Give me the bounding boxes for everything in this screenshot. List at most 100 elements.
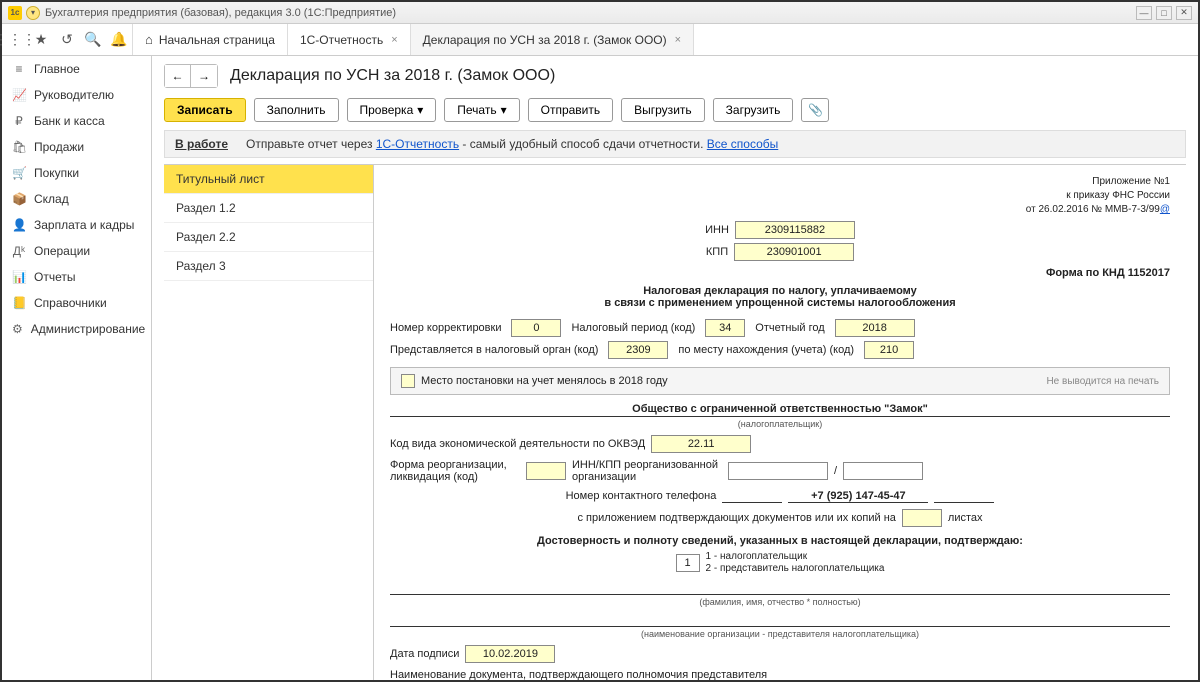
fill-button[interactable]: Заполнить — [254, 98, 339, 122]
rep-caption: (наименование организации - представител… — [390, 629, 1170, 639]
app-logo-icon: 1c — [8, 6, 22, 20]
send-button[interactable]: Отправить — [528, 98, 614, 122]
status-bar: В работе Отправьте отчет через 1С-Отчетн… — [164, 130, 1186, 158]
sidebar-item[interactable]: 👤 Зарплата и кадры — [2, 212, 151, 238]
sign-date-input[interactable]: 10.02.2019 — [465, 645, 555, 663]
tab-home[interactable]: ⌂ Начальная страница — [133, 24, 288, 55]
reorg-innkpp-label: ИНН/КПП реорганизованной организации — [572, 459, 722, 483]
back-button[interactable]: ← — [165, 65, 191, 87]
section-item[interactable]: Раздел 1.2 — [164, 194, 373, 223]
button-label: Печать — [457, 103, 496, 117]
rep-line[interactable] — [390, 613, 1170, 627]
titlebar-dropdown-icon[interactable]: ▾ — [26, 6, 40, 20]
sidebar-item[interactable]: 📈Руководителю — [2, 82, 151, 108]
sidebar-item[interactable]: 🛍Продажи — [2, 134, 151, 160]
write-button[interactable]: Записать — [164, 98, 246, 122]
attach-label-1: с приложением подтверждающих документов … — [577, 512, 895, 524]
export-button[interactable]: Выгрузить — [621, 98, 705, 122]
close-icon[interactable]: × — [391, 34, 397, 46]
inn-input[interactable]: 2309115882 — [735, 221, 855, 239]
year-input[interactable]: 2018 — [835, 319, 915, 337]
close-button[interactable]: ✕ — [1176, 6, 1192, 20]
phone-label: Номер контактного телефона — [566, 490, 717, 502]
confirm-code-input[interactable]: 1 — [676, 554, 700, 572]
sections-list: Титульный листРаздел 1.2Раздел 2.2Раздел… — [164, 165, 374, 680]
sidebar-icon: ⚙ — [12, 322, 23, 336]
forward-button[interactable]: → — [191, 65, 217, 87]
phone-value: +7 (925) 147-45-47 — [788, 490, 928, 503]
sidebar-item[interactable]: 🛒Покупки — [2, 160, 151, 186]
reorg-code-input[interactable] — [526, 462, 566, 480]
import-button[interactable]: Загрузить — [713, 98, 794, 122]
okved-label: Код вида экономической деятельности по О… — [390, 438, 645, 450]
maximize-button[interactable]: □ — [1156, 6, 1172, 20]
button-label: Проверка — [360, 103, 414, 117]
fio-line[interactable] — [390, 581, 1170, 595]
tab-label: Декларация по УСН за 2018 г. (Замок ООО) — [423, 33, 667, 47]
tab-label: Начальная страница — [159, 33, 275, 47]
sidebar-label: Администрирование — [31, 322, 145, 336]
window-title: Бухгалтерия предприятия (базовая), редак… — [45, 7, 396, 19]
nav-sidebar: ≡Главное📈Руководителю₽Банк и касса🛍Прода… — [2, 56, 152, 680]
close-icon[interactable]: × — [675, 34, 681, 46]
search-icon[interactable]: 🔍 — [80, 24, 106, 56]
at-link[interactable]: @ — [1160, 204, 1170, 215]
sidebar-label: Отчеты — [34, 270, 75, 284]
confirm-opt2: 2 - представитель налогоплательщика — [706, 563, 885, 575]
sidebar-icon: 👤 — [12, 218, 26, 232]
attach-pages-input[interactable] — [902, 509, 942, 527]
period-label: Налоговый период (код) — [571, 322, 695, 334]
page-title: Декларация по УСН за 2018 г. (Замок ООО) — [230, 67, 555, 85]
okved-input[interactable]: 22.11 — [651, 435, 751, 453]
apps-icon[interactable]: ⋮⋮⋮ — [2, 24, 28, 56]
sidebar-label: Зарплата и кадры — [34, 218, 134, 232]
inn-label: ИНН — [705, 224, 729, 236]
sidebar-item[interactable]: ⚙ Администрирование — [2, 316, 151, 342]
chevron-down-icon: ▾ — [501, 103, 507, 117]
section-item[interactable]: Титульный лист — [164, 165, 373, 194]
reg-change-checkbox[interactable] — [401, 374, 415, 388]
sidebar-label: Банк и касса — [34, 114, 105, 128]
reorg-inn-input[interactable] — [728, 462, 828, 480]
tab-reporting[interactable]: 1С-Отчетность × — [288, 24, 411, 55]
organ-input[interactable]: 2309 — [608, 341, 668, 359]
sidebar-item[interactable]: 📦Склад — [2, 186, 151, 212]
tab-declaration[interactable]: Декларация по УСН за 2018 г. (Замок ООО)… — [411, 24, 694, 55]
link-1c-reporting[interactable]: 1С-Отчетность — [376, 137, 459, 151]
reg-change-label: Место постановки на учет менялось в 2018… — [421, 375, 668, 387]
section-item[interactable]: Раздел 3 — [164, 252, 373, 281]
reorg-kpp-input[interactable] — [843, 462, 923, 480]
sidebar-label: Операции — [34, 244, 90, 258]
sidebar-label: Справочники — [34, 296, 107, 310]
sidebar-item[interactable]: Дᵏ Операции — [2, 238, 151, 264]
sidebar-icon: 📦 — [12, 192, 26, 206]
knd-code: Форма по КНД 1152017 — [390, 267, 1170, 279]
attach-label-2: листах — [948, 512, 983, 524]
history-icon[interactable]: ↺ — [54, 24, 80, 56]
sidebar-icon: Дᵏ — [12, 244, 26, 258]
sidebar-item[interactable]: 📒Справочники — [2, 290, 151, 316]
place-label: по месту нахождения (учета) (код) — [678, 344, 854, 356]
print-button[interactable]: Печать ▾ — [444, 98, 519, 122]
section-item[interactable]: Раздел 2.2 — [164, 223, 373, 252]
sidebar-item[interactable]: ≡Главное — [2, 56, 151, 82]
sidebar-icon: 🛒 — [12, 166, 26, 180]
minimize-button[interactable]: — — [1136, 6, 1152, 20]
status-label[interactable]: В работе — [175, 137, 228, 151]
bell-icon[interactable]: 🔔 — [106, 24, 132, 56]
noprint-hint: Не выводится на печать — [1046, 376, 1159, 387]
kpp-input[interactable]: 230901001 — [734, 243, 854, 261]
check-button[interactable]: Проверка ▾ — [347, 98, 437, 122]
sidebar-item[interactable]: 📊Отчеты — [2, 264, 151, 290]
sidebar-item[interactable]: ₽Банк и касса — [2, 108, 151, 134]
appendix-header: Приложение №1 к приказу ФНС России от 26… — [390, 175, 1170, 217]
link-all-methods[interactable]: Все способы — [707, 137, 779, 151]
star-icon[interactable]: ★ — [28, 24, 54, 56]
sidebar-icon: 📈 — [12, 88, 26, 102]
place-input[interactable]: 210 — [864, 341, 914, 359]
corr-input[interactable]: 0 — [511, 319, 561, 337]
corr-label: Номер корректировки — [390, 322, 501, 334]
period-input[interactable]: 34 — [705, 319, 745, 337]
attach-button[interactable]: 📎 — [801, 98, 829, 122]
sidebar-label: Главное — [34, 62, 80, 76]
